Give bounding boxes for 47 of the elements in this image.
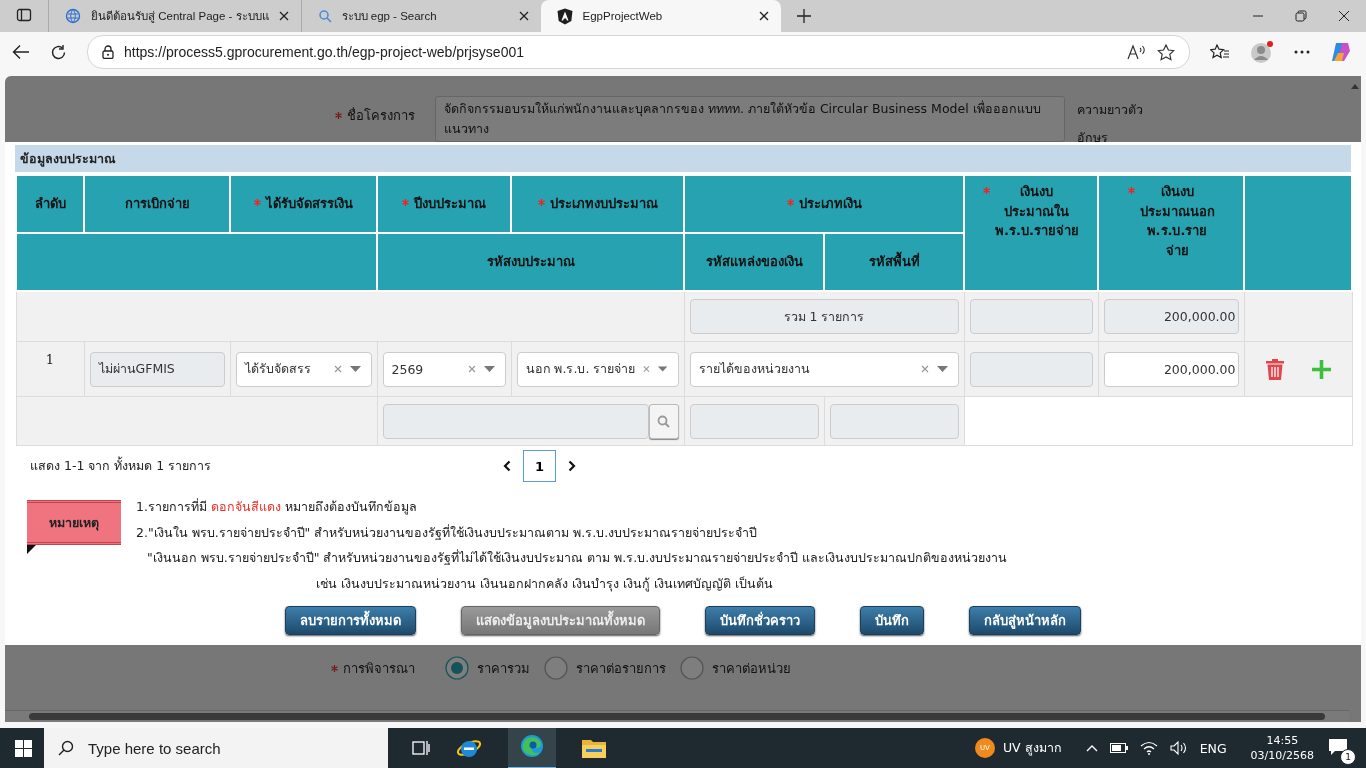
row-number: 1	[45, 352, 55, 367]
column-header: เงินงบ ประมาณนอก พ.ร.บ.ราย จ่าย	[1139, 183, 1215, 260]
action-button[interactable]: ลบรายการทั้งหมด	[285, 606, 416, 635]
action-button[interactable]: กลับสู่หน้าหลัก	[969, 606, 1081, 635]
hint-text: ความยาวตัว	[1077, 101, 1143, 119]
radio-label: ราคารวม	[477, 659, 530, 678]
page-button[interactable]: 1	[523, 450, 556, 482]
taskbar-search-field[interactable]: Type here to search	[44, 728, 388, 768]
total-count-field: รวม 1 รายการ	[689, 299, 959, 334]
clock-date[interactable]: 03/10/2568	[1250, 748, 1314, 763]
radio-label: ราคาต่อหน่วย	[712, 659, 791, 678]
column-header: ประเภทงบประมาณ	[549, 195, 658, 214]
language-indicator[interactable]: ENG	[1199, 740, 1227, 756]
disbursement-field: ไม่ผ่านGFMIS	[89, 351, 225, 387]
field-label: การพิจารณา	[343, 659, 415, 678]
field-label: ชื่อโครงการ	[347, 106, 415, 125]
column-header: ลำดับ	[34, 195, 66, 214]
action-button[interactable]: บันทึก	[860, 606, 924, 635]
column-header: รหัสแหล่งของเงิน	[705, 254, 803, 270]
panel-title: ข้อมูลงบประมาณ	[15, 145, 1351, 172]
pagination-summary: แสดง 1-1 จาก ทั้งหมด 1 รายการ	[30, 456, 213, 475]
out-budget-total-field: 200,000.00	[1103, 299, 1239, 334]
note-tag: หมายเหตุ	[27, 500, 121, 545]
note-text: 2."เงินใน พรบ.รายจ่ายประจำปี" สำหรับหน่วยงานของรัฐที่ใช้เงินงบประมาณตาม พ.ร.บ.งบประมาณรายจ่ายประจำปี	[136, 523, 759, 542]
project-name-field[interactable]: จัดกิจกรรมอบรมให้แก่พนักงานและบุคลากรของ ทททท. ภายใต้หัวข้อ Circular Business Model เพื่อออกแบบแนวทาง	[435, 96, 1065, 142]
weather-text[interactable]: UV สูงมาก	[1002, 738, 1062, 758]
fiscal-year-select[interactable]: 2569	[382, 351, 506, 387]
address-field[interactable]: https://process5.gprocurement.go.th/egp-project-web/prjsyse001	[124, 44, 524, 60]
budget-type-select[interactable]: นอก พ.ร.บ. รายจ่าย	[516, 351, 679, 387]
note-text: "เงินนอก พรบ.รายจ่ายประจำปี" สำหรับหน่วยงานของรัฐที่ไม่ได้ใช้เงินงบประมาณ ตาม พ.ร.บ.งบประมาณรายจ่ายประจำปี และเงินงบประมาณปกติของหน่วยงาน	[146, 548, 1008, 567]
column-header: เงินงบ ประมาณใน พ.ร.บ.รายจ่าย	[995, 183, 1079, 240]
clock-time[interactable]: 14:55	[1266, 733, 1299, 748]
radio-label: ราคาต่อรายการ	[576, 659, 666, 678]
action-button[interactable]: บันทึกชั่วคราว	[705, 606, 815, 635]
allocation-select[interactable]: ได้รับจัดสรร	[235, 351, 372, 387]
column-header: ได้รับจัดสรรเงิน	[266, 195, 353, 214]
note-text: 1.รายการที่มี ดอกจันสีแดง หมายถึงต้องบันทึกข้อมูล	[136, 497, 418, 517]
out-budget-field[interactable]: 200,000.00	[1103, 351, 1239, 387]
notification-badge: 1	[1340, 748, 1356, 765]
fund-type-select[interactable]: รายได้ของหน่วยงาน	[689, 351, 959, 387]
browser-tab[interactable]: EgpProjectWeb	[540, 0, 781, 32]
hint-text: อักษร	[1077, 129, 1109, 147]
column-header: ประเภทเงิน	[798, 195, 862, 214]
note-text: เช่น เงินงบประมาณหน่วยงาน เงินนอกฝากคลัง เงินบำรุง เงินกู้ เงินเทศบัญญัติ เป็นต้น	[315, 574, 774, 594]
column-header: รหัสงบประมาณ	[486, 254, 575, 270]
column-header: การเบิกจ่าย	[124, 195, 190, 214]
column-header: ปีงบประมาณ	[414, 195, 486, 214]
